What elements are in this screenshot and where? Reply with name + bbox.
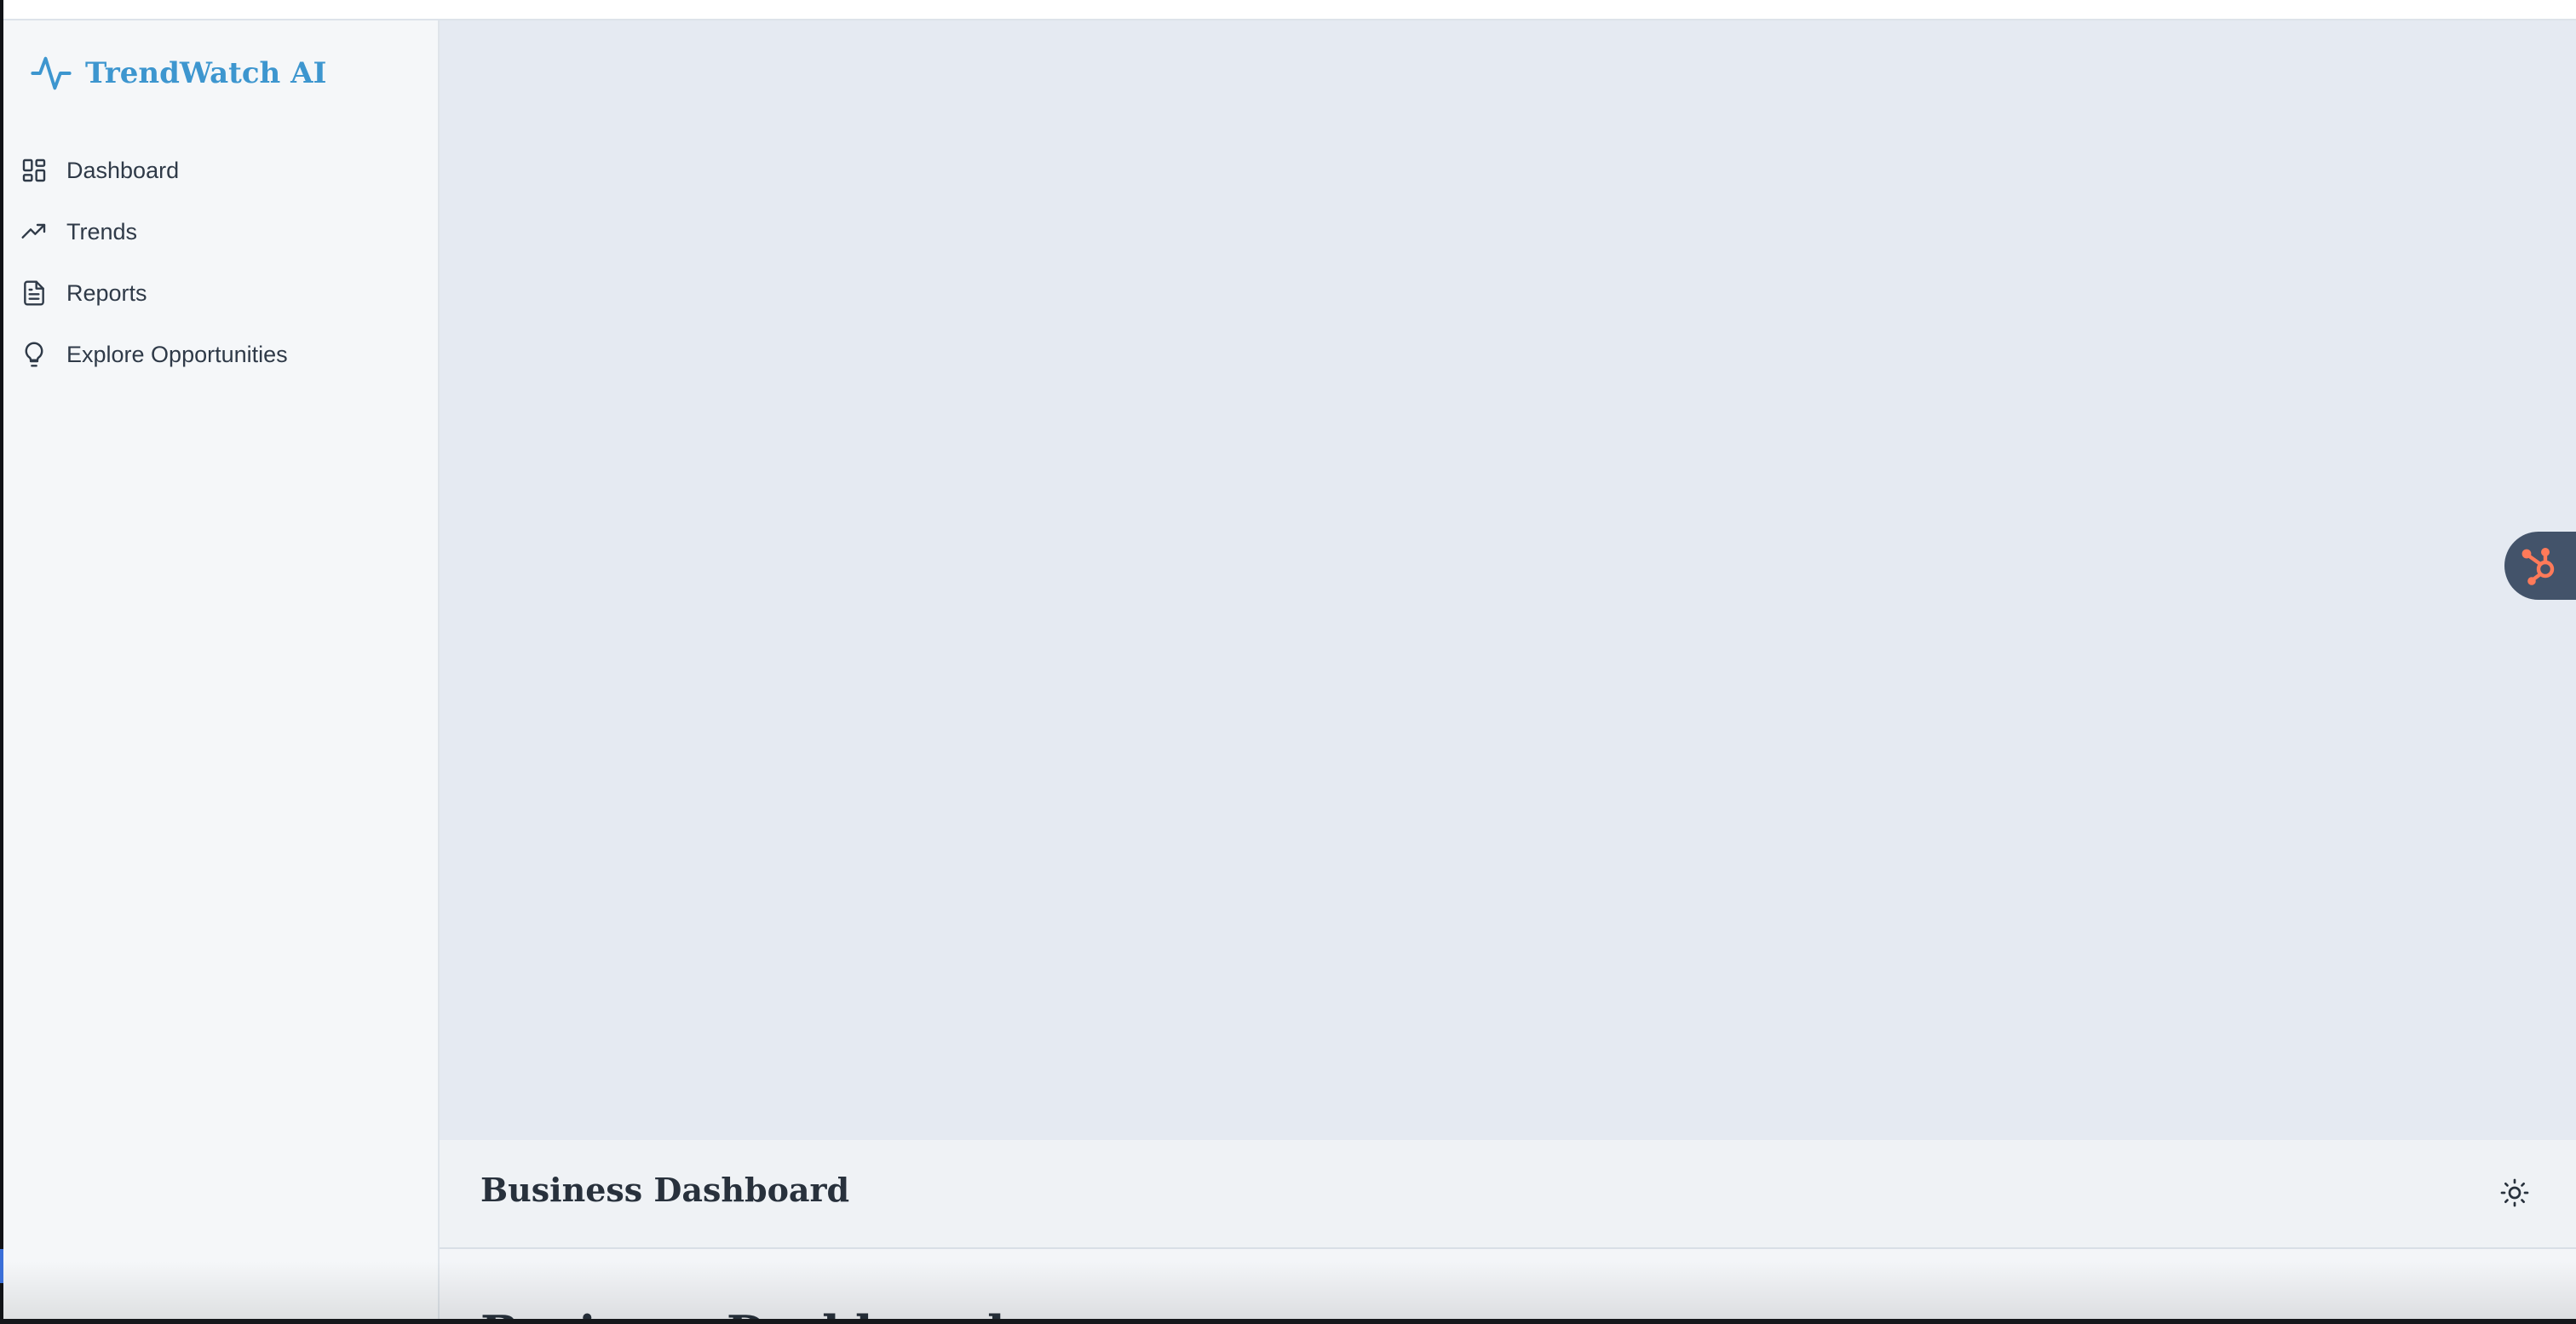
main-content-placeholder — [440, 20, 2576, 1140]
sidebar-item-trends[interactable]: Trends — [17, 208, 417, 256]
page-header: Business Dashboard — [440, 1140, 2576, 1249]
activity-pulse-icon — [31, 56, 72, 90]
sidebar-item-label: Explore Opportunities — [66, 341, 288, 367]
hubspot-sprocket-icon — [2521, 547, 2555, 585]
sidebar-nav: Dashboard Trends Reports Explore Opportu… — [17, 147, 417, 392]
window-bottom-edge — [0, 1319, 2576, 1324]
hubspot-chat-launcher[interactable] — [2504, 532, 2576, 600]
sidebar-item-label: Dashboard — [66, 157, 180, 183]
brand[interactable]: TrendWatch AI — [29, 49, 326, 97]
sidebar-item-reports[interactable]: Reports — [17, 269, 417, 317]
header-title: Business Dashboard — [480, 1171, 850, 1209]
trending-up-icon — [21, 223, 46, 239]
sidebar-item-label: Trends — [66, 218, 138, 245]
window-edge-accent — [0, 1249, 3, 1283]
window-left-edge — [0, 0, 3, 1324]
lightbulb-icon — [25, 342, 43, 367]
brand-name: TrendWatch AI — [85, 56, 327, 90]
top-bar — [3, 0, 2576, 20]
main-section: Business Dashboard — [440, 1249, 2576, 1324]
dashboard-grid-icon — [22, 158, 46, 182]
sidebar-item-dashboard[interactable]: Dashboard — [17, 147, 417, 194]
sidebar-item-explore-opportunities[interactable]: Explore Opportunities — [17, 331, 417, 378]
document-icon — [24, 280, 44, 306]
app-window: TrendWatch AI Dashboard Trends Reports E… — [0, 0, 2576, 1324]
sun-icon[interactable] — [2499, 1177, 2530, 1208]
sidebar-item-label: Reports — [66, 279, 147, 306]
sidebar: TrendWatch AI Dashboard Trends Reports E… — [3, 20, 440, 1324]
